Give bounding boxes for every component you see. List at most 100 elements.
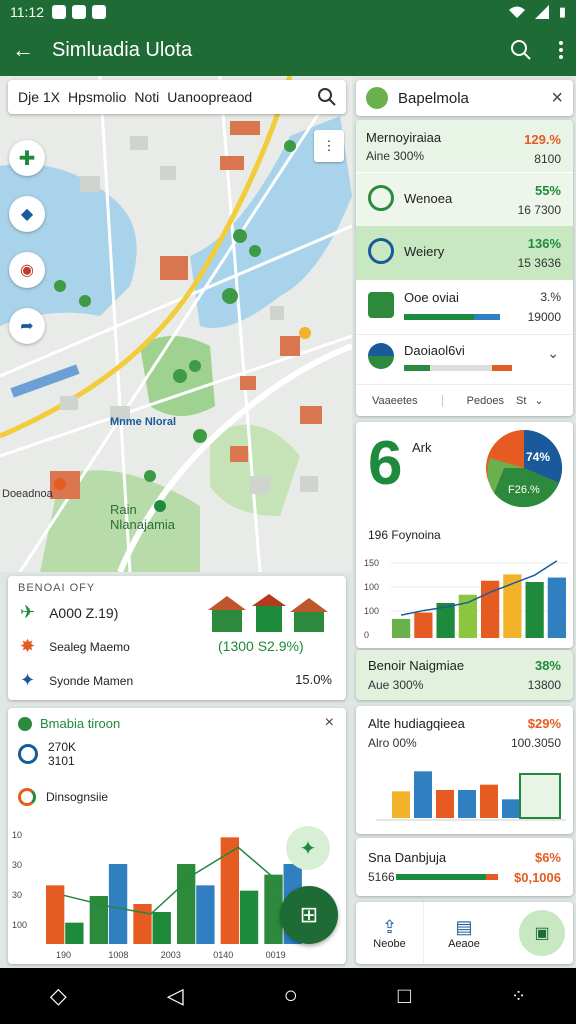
- map-view[interactable]: Mnme Nloral Rain Nlanajamia Doeadnoa: [0, 76, 352, 572]
- close-icon[interactable]: ×: [325, 714, 334, 732]
- y-tick-label: 0: [364, 630, 369, 640]
- bar: [436, 790, 454, 818]
- donut-pct-a: 74%: [526, 450, 551, 464]
- home-icon[interactable]: ○: [283, 982, 298, 1010]
- plane-button[interactable]: ✚: [9, 140, 45, 176]
- right-panel-title: Bapelmola: [398, 89, 469, 107]
- main-fab[interactable]: ⊞: [280, 886, 338, 944]
- app-bar: ← Simluadia Ulota: [0, 24, 576, 76]
- plane-icon: ✈: [20, 602, 36, 622]
- metric-value2: 16 7300: [517, 203, 561, 217]
- bar: [89, 896, 109, 944]
- panel-row3-value: 15.0%: [295, 672, 332, 687]
- summary-title: Benoir Naigmiae: [368, 658, 465, 673]
- small-bar-chart: [376, 771, 566, 821]
- summary-title: Alte hudiagqieea: [368, 716, 465, 731]
- progress-bar: [404, 314, 500, 320]
- bar: [65, 922, 84, 944]
- summary-value: $29%: [527, 716, 561, 731]
- share-button[interactable]: ➦: [9, 308, 45, 344]
- star-icon: ✦: [20, 670, 36, 690]
- big-number: 6: [368, 429, 403, 498]
- action-label: Neobe: [373, 937, 406, 950]
- summary-item[interactable]: Sna Danbjuja 5166 $6% $0,1006: [356, 838, 573, 896]
- footer-left[interactable]: Vaaeetes: [372, 395, 418, 407]
- legend-title: Bmabia tiroon: [40, 716, 121, 731]
- y-tick-label: 100: [364, 582, 379, 592]
- bar: [220, 837, 240, 944]
- apps-icon[interactable]: ⁘: [511, 986, 526, 1007]
- footer-right[interactable]: St: [516, 395, 526, 407]
- metric-item[interactable]: Wenoea 55% 16 7300: [356, 172, 573, 226]
- bar: [525, 582, 544, 638]
- search-text-d: Uanoopreaod: [167, 89, 253, 105]
- map-control-button[interactable]: ⋮: [314, 130, 344, 162]
- x-tick-label: 1008: [108, 950, 128, 960]
- panel-row3: Syonde Mamen: [49, 673, 134, 688]
- camera-button[interactable]: ▣: [519, 910, 565, 956]
- document-icon: ▤: [455, 916, 473, 937]
- star-icon: ✦: [299, 837, 317, 860]
- metric-label: Daoiaol6vi: [404, 343, 465, 358]
- action-neobe[interactable]: ⇪ Neobe: [356, 902, 424, 964]
- layers-button[interactable]: ◆: [9, 196, 45, 232]
- metric-value: 136%: [527, 236, 561, 251]
- bar: [392, 618, 411, 638]
- wifi-icon: [508, 6, 525, 18]
- summary-title: Sna Danbjuja: [368, 850, 447, 865]
- metric-value2: 15 3636: [517, 256, 561, 270]
- map-info-panel: BENOAI OFY ✈ A000 Z.19) ✸ Sealeg Maemo ✦…: [8, 576, 346, 700]
- tree-icon: [368, 185, 394, 211]
- y-tick-label: 30: [12, 860, 22, 870]
- panel-header: BENOAI OFY: [18, 582, 96, 594]
- summary-value: 38%: [534, 658, 561, 673]
- bar: [108, 864, 128, 944]
- metric-value2: 8100: [534, 152, 561, 166]
- bar: [547, 577, 566, 638]
- bar-line-chart: 150 100 100 0: [364, 558, 568, 640]
- metric-item[interactable]: Mernoyiraiaa Aine 300% 129.% 8100: [356, 120, 573, 172]
- summary-value2: 13800: [527, 678, 561, 692]
- back-arrow-icon[interactable]: ←: [12, 37, 34, 63]
- search-text-c: Noti: [134, 89, 160, 105]
- search-text-a: Dje 1X: [18, 89, 61, 105]
- navigation-bar: ◇ ◁ ○ □ ⁘: [0, 968, 576, 1024]
- sparkle-button[interactable]: ✦: [286, 826, 330, 870]
- search-icon[interactable]: [318, 88, 336, 106]
- chevron-down-icon[interactable]: ⌄: [547, 345, 559, 362]
- metric-item[interactable]: Daoiaol6vi ⌄: [356, 334, 573, 384]
- metric-label: Weiery: [404, 244, 445, 259]
- map-search-bar[interactable]: Dje 1X Hpsmolio Noti Uanoopreaod: [8, 80, 346, 114]
- action-aeaoe[interactable]: ▤ Aeaoe: [424, 902, 504, 964]
- x-tick-label: 0140: [213, 950, 233, 960]
- metrics-card: Mernoyiraiaa Aine 300% 129.% 8100 Wenoea…: [356, 120, 573, 416]
- back-icon[interactable]: ◁: [167, 983, 184, 1009]
- search-icon[interactable]: [510, 39, 532, 61]
- bar: [152, 912, 171, 944]
- summary-item[interactable]: Benoir Naigmiae Aue 300% 38% 13800: [356, 650, 573, 700]
- page-title: Simluadia Ulota: [52, 38, 193, 61]
- footer-mid[interactable]: Pedoes: [441, 394, 504, 407]
- x-tick-label: 2003: [161, 950, 181, 960]
- chevron-down-icon[interactable]: ⌄: [534, 394, 543, 407]
- more-vert-icon[interactable]: [558, 40, 564, 60]
- layers-icon: ◆: [20, 206, 34, 223]
- y-tick-label: 100: [12, 920, 27, 930]
- progress-bar: [396, 874, 498, 880]
- y-tick-label: 100: [364, 606, 379, 616]
- location-button[interactable]: ◉: [9, 252, 45, 288]
- assistant-icon[interactable]: ◇: [50, 983, 67, 1009]
- panel-row1: A000 Z.19): [49, 604, 119, 621]
- star-icon: ✸: [20, 636, 36, 656]
- metric-value: 3.%: [540, 290, 561, 304]
- notification-icon: [52, 5, 66, 19]
- x-tick-label: 190: [56, 950, 71, 960]
- close-icon[interactable]: ×: [551, 87, 563, 110]
- status-bar: 11:12 ▮: [0, 0, 576, 24]
- legend-value1: 270K: [48, 740, 77, 754]
- plane-icon: ✚: [18, 147, 36, 170]
- metric-item[interactable]: Weiery 136% 15 3636: [356, 226, 573, 280]
- recents-icon[interactable]: □: [398, 983, 411, 1009]
- y-tick-label: 30: [12, 890, 22, 900]
- metric-item[interactable]: Ooe oviai 3.% 19000: [356, 280, 573, 334]
